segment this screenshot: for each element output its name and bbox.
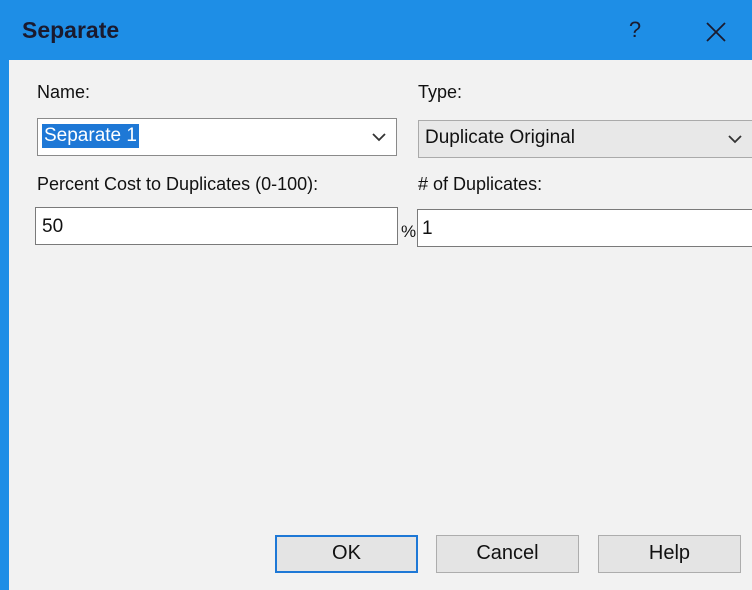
percent-unit: %	[401, 222, 417, 241]
type-value: Duplicate Original	[425, 127, 575, 148]
type-combobox[interactable]: Duplicate Original	[418, 120, 752, 158]
percent-cost-input[interactable]: 50	[35, 207, 398, 245]
chevron-down-icon[interactable]	[726, 132, 744, 146]
dialog-title: Separate	[22, 17, 120, 43]
duplicates-input[interactable]: 1	[417, 209, 752, 247]
close-icon[interactable]	[702, 18, 730, 46]
chevron-down-icon[interactable]	[370, 130, 388, 144]
title-bar: Separate ?	[9, 0, 752, 60]
type-label: Type:	[418, 82, 463, 102]
cancel-button[interactable]: Cancel	[436, 535, 579, 573]
help-icon[interactable]: ?	[621, 16, 649, 44]
duplicates-label: # of Duplicates:	[418, 174, 543, 194]
name-value: Separate 1	[42, 124, 139, 148]
help-button[interactable]: Help	[598, 535, 741, 573]
percent-cost-label: Percent Cost to Duplicates (0-100):	[37, 174, 319, 194]
ok-button[interactable]: OK	[275, 535, 418, 573]
name-label: Name:	[37, 82, 91, 102]
name-combobox[interactable]: Separate 1	[37, 118, 397, 156]
separate-dialog: Separate ? Name: Separate 1 Type: Duplic…	[0, 0, 752, 590]
percent-cost-value: 50	[42, 216, 64, 237]
duplicates-value: 1	[422, 218, 433, 239]
